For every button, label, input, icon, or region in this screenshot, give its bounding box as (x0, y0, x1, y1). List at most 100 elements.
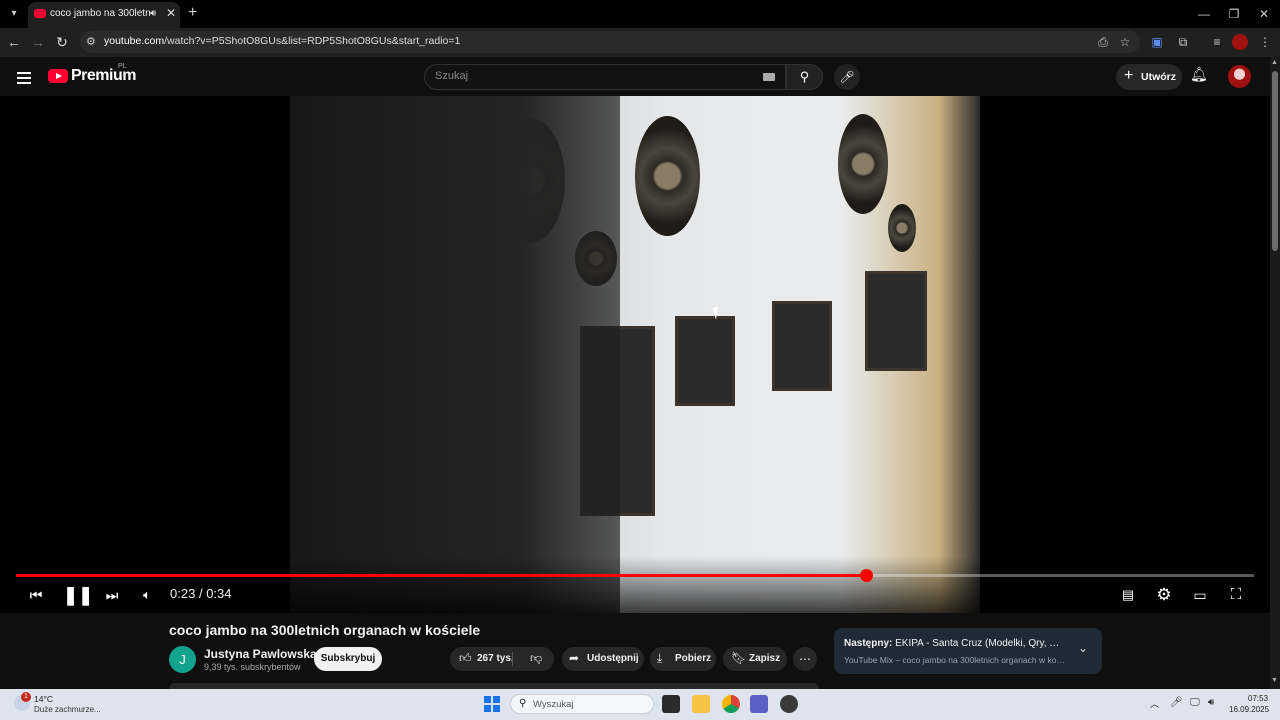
browser-menu-icon[interactable]: ⋮ (1256, 34, 1274, 50)
profile-avatar-icon[interactable] (1232, 34, 1248, 50)
address-bar[interactable]: ⚙︎ youtube.com/watch?v=P5ShotO8GUs&list=… (80, 31, 1140, 53)
download-label: Pobierz (675, 653, 712, 664)
tray-overflow-chevron-icon[interactable]: ︿ (1150, 697, 1159, 710)
notifications-bell-icon[interactable]: 🔔︎ (1190, 66, 1208, 83)
close-window-icon[interactable]: ✕ (1248, 4, 1280, 24)
video-dark-figure (290, 96, 620, 613)
subscriber-count: 9,39 tys. subskrybentów (204, 662, 301, 672)
microphone-icon: 🎤︎ (839, 70, 855, 84)
video-player[interactable]: ⏮︎ ❚❚ ⏭︎ 🔈︎ 0:23 / 0:34 ▤ ⚙︎ ▭ ⛶ (0, 96, 1270, 613)
channel-name[interactable]: Justyna Pawlowska (204, 647, 317, 661)
taskbar-search-input[interactable]: ⚲ Wyszukaj (510, 694, 654, 714)
microphone-tray-icon[interactable]: 🎤︎ (1170, 697, 1183, 708)
scrollbar-thumb[interactable] (1272, 71, 1278, 251)
tab-title: coco jambo na 300letnich o (50, 8, 150, 19)
pause-icon[interactable]: ❚❚ (63, 584, 93, 606)
extensions-puzzle-icon[interactable]: ⧉ (1174, 34, 1192, 50)
previous-track-icon[interactable]: ⏮︎ (26, 584, 46, 606)
subtitles-icon[interactable]: ▤ (1117, 584, 1139, 606)
minimize-window-icon[interactable]: — (1188, 4, 1220, 24)
video-info: coco jambo na 300letnich organach w kośc… (0, 613, 1270, 689)
video-frame-image (290, 96, 980, 613)
theater-mode-icon[interactable]: ▭ (1189, 584, 1211, 606)
chevron-down-icon[interactable]: ⌄ (1078, 641, 1088, 655)
time-separator: / (198, 586, 203, 601)
search-input[interactable]: Szukaj (424, 64, 786, 90)
windows-start-icon[interactable] (484, 696, 500, 712)
task-view-icon[interactable] (662, 695, 680, 713)
youtube-masthead: Premium PL Szukaj ⚲ 🎤︎ + Utwórz 🔔︎ (0, 57, 1270, 96)
file-explorer-icon[interactable] (692, 695, 710, 713)
keyboard-icon[interactable] (763, 73, 775, 81)
progress-played (16, 574, 866, 577)
forward-arrow-icon[interactable]: → (28, 33, 48, 51)
like-count[interactable]: 267 tys. (477, 653, 514, 664)
chrome-icon[interactable] (722, 695, 740, 713)
thumbs-down-icon[interactable]: 👎︎ (530, 651, 542, 666)
voice-search-button[interactable]: 🎤︎ (834, 64, 860, 90)
media-controls-icon[interactable]: ≡ (1208, 34, 1226, 50)
tab-search-chevron-icon[interactable]: ▾ (6, 6, 22, 22)
new-tab-plus-icon[interactable]: + (188, 4, 197, 22)
search-icon: ⚲ (519, 698, 527, 709)
site-info-icon[interactable]: ⚙︎ (86, 35, 96, 48)
subscribe-button[interactable]: Subskrybuj (314, 647, 382, 671)
duration: 0:34 (206, 586, 232, 601)
speaker-icon[interactable]: 🔊︎ (150, 8, 156, 19)
teams-icon[interactable] (750, 695, 768, 713)
share-arrow-icon: ➦ (569, 651, 580, 665)
create-button[interactable]: + Utwórz (1116, 64, 1182, 90)
url-text[interactable]: youtube.com/watch?v=P5ShotO8GUs&list=RDP… (104, 35, 460, 47)
volume-icon[interactable]: 🔈︎ (137, 584, 157, 606)
app-with-badge-icon[interactable] (780, 695, 798, 713)
weather-temperature[interactable]: 14°C (34, 694, 53, 704)
clock-date[interactable]: 16.09.2025 (1229, 705, 1269, 714)
weather-alert-badge: 1 (21, 692, 31, 702)
back-arrow-icon[interactable]: ← (4, 33, 24, 51)
weather-description[interactable]: Duże zachmurze... (34, 705, 101, 714)
logo-country-code: PL (118, 63, 127, 70)
reload-icon[interactable]: ↻ (52, 33, 72, 51)
tab-close-icon[interactable]: ✕ (166, 6, 176, 20)
bookmark-star-icon[interactable]: ☆ (1116, 34, 1134, 50)
up-next-title: Następny: EKIPA - Santa Cruz (Modelki, Q… (844, 638, 1064, 649)
scroll-down-arrow-icon[interactable]: ▼ (1271, 677, 1278, 684)
bookmark-icon: 🔖︎ (731, 651, 747, 665)
decor-plate (635, 116, 700, 236)
browser-toolbar: ← → ↻ ⚙︎ youtube.com/watch?v=P5ShotO8GUs… (0, 28, 1280, 57)
search-placeholder: Szukaj (435, 70, 469, 82)
page-scrollbar[interactable]: ▲ ▼ (1270, 57, 1280, 689)
next-track-icon[interactable]: ⏭︎ (102, 584, 122, 606)
browser-tab-active[interactable]: coco jambo na 300letnich o 🔊︎ ✕ (28, 2, 180, 28)
progress-bar[interactable] (16, 569, 1254, 582)
download-button[interactable]: ⤓ Pobierz (650, 647, 716, 671)
like-dislike-group: 👍︎ 267 tys. 👎︎ (450, 647, 554, 671)
decor-frame (865, 271, 927, 371)
more-actions-icon[interactable]: ⋯ (793, 647, 817, 671)
youtube-favicon-icon (34, 9, 46, 18)
network-icon[interactable]: 🖵︎ (1190, 697, 1200, 708)
progress-scrubber-handle[interactable] (860, 569, 873, 582)
fullscreen-icon[interactable]: ⛶ (1225, 584, 1247, 606)
video-title: coco jambo na 300letnich organach w kośc… (169, 622, 481, 638)
hamburger-menu-icon[interactable] (14, 67, 36, 87)
scroll-up-arrow-icon[interactable]: ▲ (1271, 59, 1278, 66)
up-next-playlist: YouTube Mix – coco jambo na 300letnich o… (844, 655, 1066, 665)
url-path: /watch?v=P5ShotO8GUs&list=RDP5ShotO8GUs&… (164, 35, 461, 47)
up-next-card[interactable]: Następny: EKIPA - Santa Cruz (Modelki, Q… (834, 628, 1102, 674)
translate-extension-icon[interactable]: ▣ (1148, 34, 1166, 50)
clock-time[interactable]: 07:53 (1248, 694, 1268, 703)
share-button[interactable]: ➦ Udostępnij (562, 647, 644, 671)
save-label: Zapisz (749, 653, 781, 664)
search-button[interactable]: ⚲ (786, 64, 823, 90)
thumbs-up-icon[interactable]: 👍︎ (459, 651, 472, 666)
account-avatar[interactable] (1228, 65, 1251, 88)
restore-window-icon[interactable]: ❐ (1218, 4, 1250, 24)
search-icon: ⚲ (799, 69, 810, 84)
save-button[interactable]: 🔖︎ Zapisz (723, 647, 787, 671)
install-app-icon[interactable]: ⎙ (1094, 34, 1112, 50)
up-next-prefix: Następny: (844, 638, 893, 649)
volume-tray-icon[interactable]: 🔊︎ (1208, 697, 1214, 708)
channel-avatar[interactable]: J (169, 646, 196, 673)
settings-gear-icon[interactable]: ⚙︎ (1153, 584, 1175, 606)
